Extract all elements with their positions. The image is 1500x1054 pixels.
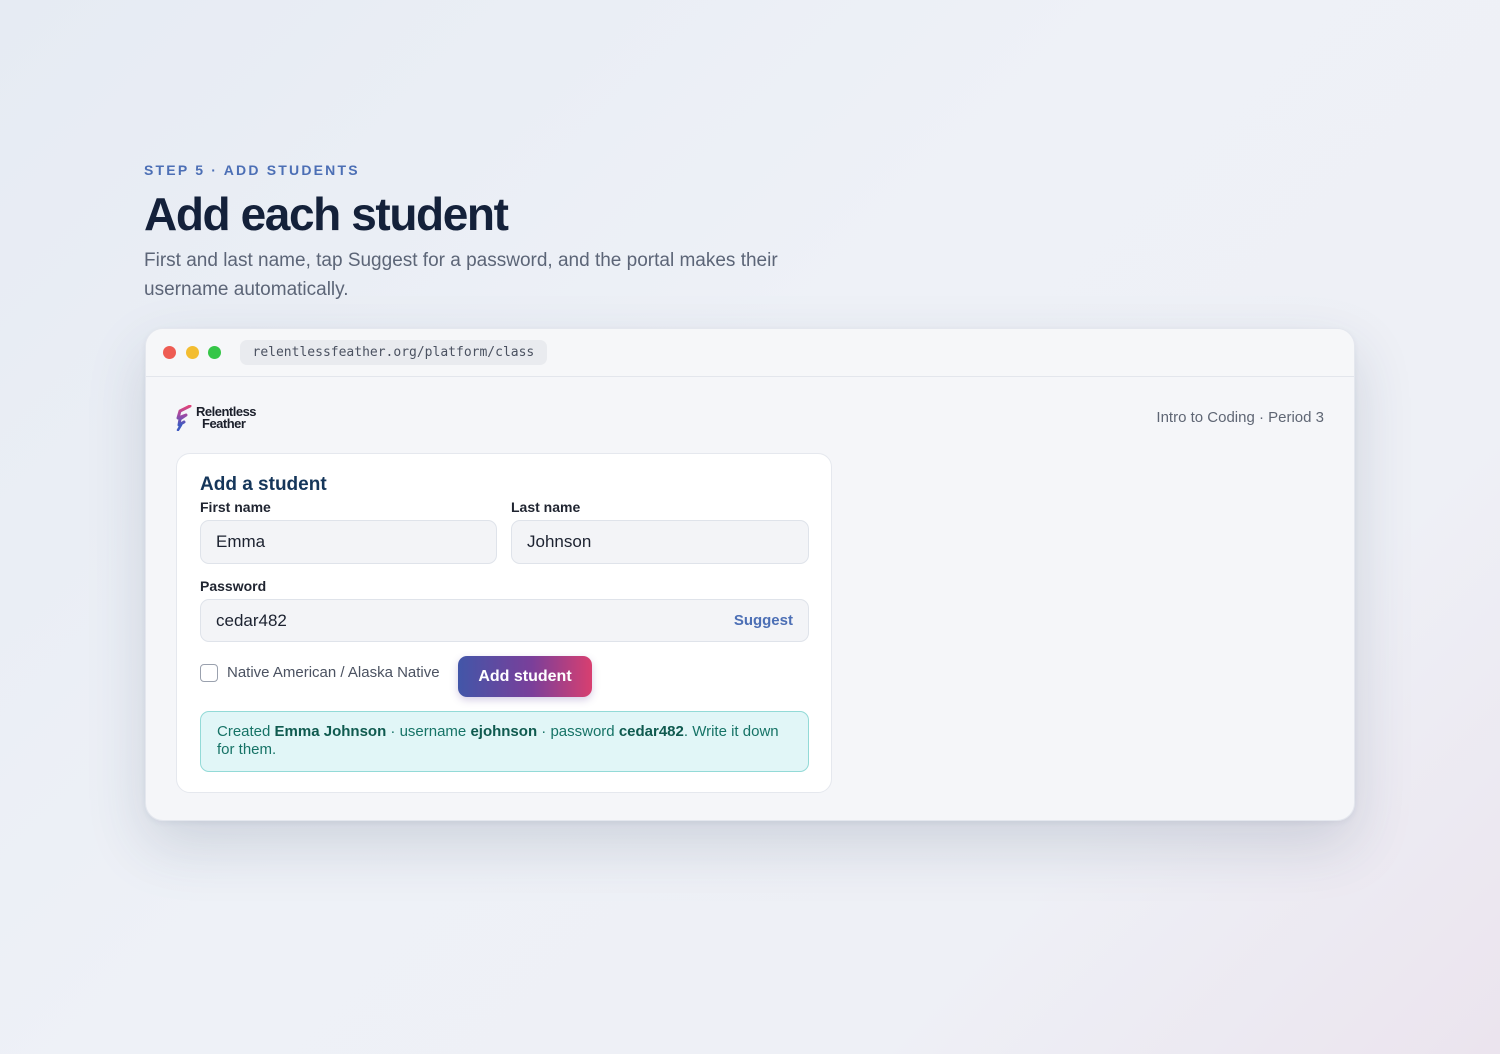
first-name-input[interactable]: Emma	[200, 520, 497, 564]
app-header: Relentless Feather Intro to Coding · Per…	[146, 377, 1354, 453]
notice-mid-1: · username	[386, 723, 471, 740]
notice-username: ejohnson	[470, 723, 538, 740]
feather-logo-icon	[176, 405, 192, 431]
minimize-window-dot[interactable]	[185, 346, 199, 359]
browser-titlebar: relentlessfeather.org/platform/class	[146, 329, 1354, 377]
maximize-window-dot[interactable]	[208, 346, 221, 359]
relentless-feather-logo[interactable]: Relentless Feather	[175, 405, 257, 431]
notice-prefix: Created	[217, 723, 275, 740]
success-notice: Created Emma Johnson · username ejohnson…	[200, 711, 809, 772]
password-input[interactable]: cedar482 Suggest	[200, 599, 809, 642]
native-american-checkbox-label[interactable]: Native American / Alaska Native	[227, 664, 440, 682]
add-student-button[interactable]: Add student	[458, 656, 592, 697]
suggest-password-button[interactable]: Suggest	[734, 612, 793, 629]
last-name-label: Last name	[511, 499, 581, 515]
first-name-label: First name	[200, 499, 271, 515]
close-window-dot[interactable]	[163, 346, 176, 359]
page-headline: Add each student	[144, 188, 509, 240]
logo-line-2: Feather	[202, 416, 246, 431]
logo-wordmark: Relentless Feather	[196, 405, 257, 431]
card-title: Add a student	[200, 474, 327, 495]
password-label: Password	[200, 578, 267, 594]
notice-password: cedar482	[618, 723, 684, 740]
intro-section: STEP 5 · ADD STUDENTS Add each student F…	[144, 160, 844, 304]
browser-window: relentlessfeather.org/platform/class Rel…	[145, 328, 1355, 821]
step-eyebrow: STEP 5 · ADD STUDENTS	[144, 162, 360, 178]
last-name-input[interactable]: Johnson	[511, 520, 809, 564]
password-value: cedar482	[216, 610, 287, 630]
add-student-card: Add a student First name Emma Last name …	[176, 453, 832, 793]
class-name-label: Intro to Coding · Period 3	[1156, 409, 1324, 426]
url-bar[interactable]: relentlessfeather.org/platform/class	[239, 340, 548, 365]
notice-mid-2: · password	[537, 723, 619, 740]
notice-student-name: Emma Johnson	[274, 723, 387, 740]
native-american-checkbox[interactable]	[200, 664, 218, 682]
page-subtext: First and last name, tap Suggest for a p…	[144, 250, 778, 300]
